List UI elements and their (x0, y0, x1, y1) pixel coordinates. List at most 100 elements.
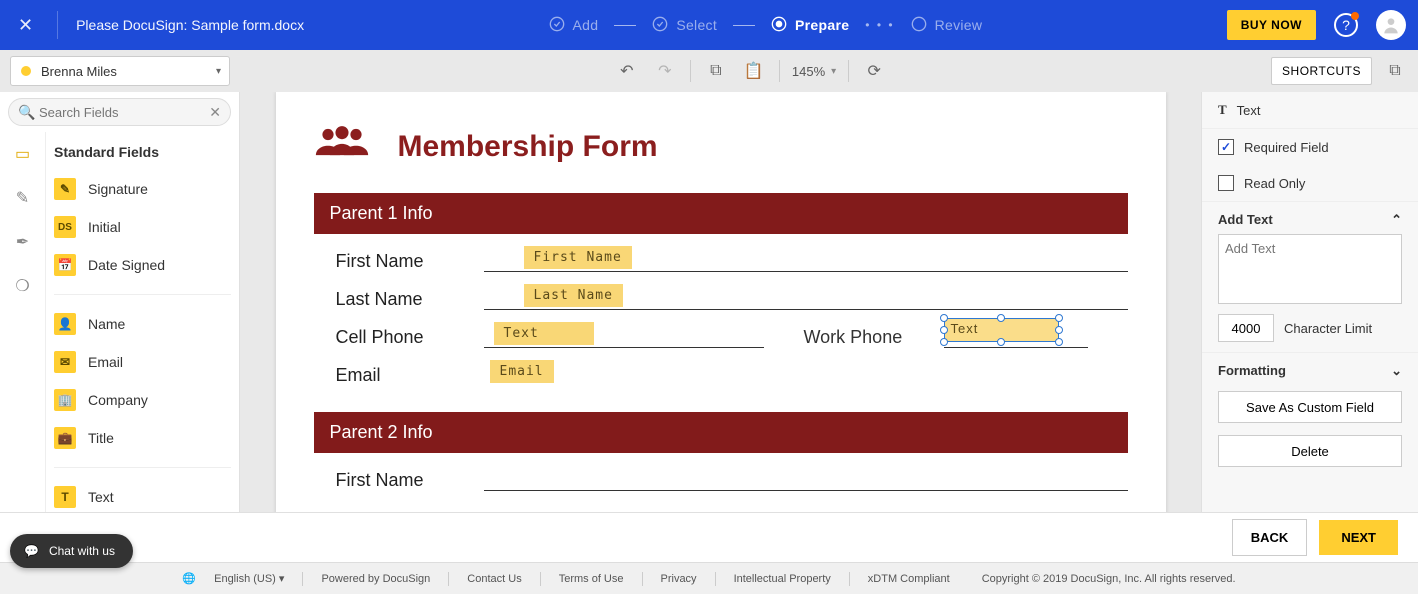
zoom-select[interactable]: 145% ▾ (792, 64, 836, 79)
footer-link-xdtm[interactable]: xDTM Compliant (868, 573, 950, 585)
resize-handle-icon[interactable] (997, 314, 1005, 322)
buy-now-button[interactable]: BUY NOW (1227, 10, 1316, 40)
footer-link-privacy[interactable]: Privacy (661, 573, 697, 585)
step-separator (733, 25, 755, 26)
field-label: Date Signed (88, 257, 165, 273)
fields-panel: 🔍 ✕ ▭ ✎ ✒ ❍ Standard Fields ✎Signature D… (0, 92, 240, 562)
paste-icon[interactable]: 📋 (741, 61, 767, 81)
checkbox-readonly[interactable] (1218, 175, 1234, 191)
resize-handle-icon[interactable] (1055, 338, 1063, 346)
resize-handle-icon[interactable] (940, 326, 948, 334)
placed-field-email[interactable]: Email (490, 360, 554, 383)
label-cell-phone: Cell Phone (314, 327, 484, 348)
next-button[interactable]: NEXT (1319, 520, 1398, 555)
field-title[interactable]: 💼Title (46, 419, 239, 457)
label-email: Email (314, 365, 484, 386)
checkbox-required[interactable] (1218, 139, 1234, 155)
resize-handle-icon[interactable] (1055, 314, 1063, 322)
divider (642, 572, 643, 586)
help-icon[interactable]: ? (1334, 13, 1358, 37)
add-text-header[interactable]: Add Text ⌃ (1202, 202, 1418, 234)
date-icon: 📅 (54, 254, 76, 276)
clear-icon[interactable]: ✕ (209, 104, 221, 121)
formatting-header[interactable]: Formatting ⌄ (1202, 352, 1418, 385)
divider (57, 11, 58, 39)
globe-icon: 🌐 (182, 572, 196, 585)
required-label: Required Field (1244, 140, 1329, 155)
char-limit-input[interactable] (1218, 314, 1274, 342)
undo-icon[interactable]: ↶ (614, 61, 640, 81)
field-initial[interactable]: DSInitial (46, 208, 239, 246)
step-select[interactable]: Select (652, 16, 717, 35)
field-company[interactable]: 🏢Company (46, 381, 239, 419)
field-email[interactable]: ✉Email (46, 343, 239, 381)
input-line: Email (484, 362, 1128, 386)
delete-button[interactable]: Delete (1218, 435, 1402, 467)
rotate-icon[interactable]: ⟳ (861, 61, 887, 81)
placed-field-text[interactable]: Text (494, 322, 594, 345)
placed-field-first-name[interactable]: First Name (524, 246, 632, 269)
main: 🔍 ✕ ▭ ✎ ✒ ❍ Standard Fields ✎Signature D… (0, 92, 1418, 562)
text-icon: T (54, 486, 76, 508)
field-date-signed[interactable]: 📅 Date Signed (46, 246, 239, 284)
document-canvas[interactable]: Membership Form Parent 1 Info First Name… (240, 92, 1201, 562)
step-prepare[interactable]: Prepare (771, 16, 849, 35)
resize-handle-icon[interactable] (940, 338, 948, 346)
readonly-row[interactable]: Read Only (1202, 165, 1418, 202)
redo-icon[interactable]: ↷ (652, 61, 678, 81)
document-page[interactable]: Membership Form Parent 1 Info First Name… (276, 92, 1166, 562)
chat-widget[interactable]: 💬 Chat with us (10, 534, 133, 568)
form-title: Membership Form (398, 130, 658, 164)
step-tracker: Add Select Prepare • • • Review (322, 16, 1209, 35)
field-name[interactable]: 👤Name (46, 305, 239, 343)
search-input[interactable] (8, 98, 231, 126)
envelope-icon: ✉ (54, 351, 76, 373)
close-icon[interactable]: ✕ (12, 15, 39, 36)
seal-tab-icon[interactable]: ❍ (15, 276, 29, 296)
pen-tab-icon[interactable]: ✒ (16, 232, 29, 252)
person-icon: 👤 (54, 313, 76, 335)
avatar[interactable] (1376, 10, 1406, 40)
recipient-select[interactable]: Brenna Miles ▾ (10, 56, 230, 86)
input-line: Last Name (484, 286, 1128, 310)
copy-icon[interactable]: ⧉ (703, 62, 729, 80)
placed-field-last-name[interactable]: Last Name (524, 284, 623, 307)
required-row[interactable]: Required Field (1202, 129, 1418, 165)
divider (54, 467, 231, 468)
chat-label: Chat with us (49, 544, 115, 558)
footer-link-terms[interactable]: Terms of Use (559, 573, 624, 585)
input-line: Text (484, 324, 764, 348)
divider (779, 60, 780, 82)
footer-link-contact[interactable]: Contact Us (467, 573, 521, 585)
recipient-color-icon (21, 66, 31, 76)
field-signature[interactable]: ✎Signature (46, 170, 239, 208)
resize-handle-icon[interactable] (997, 338, 1005, 346)
back-button[interactable]: BACK (1232, 519, 1308, 556)
step-label: Prepare (795, 17, 849, 33)
powered-by: Powered by DocuSign (321, 573, 430, 585)
standard-fields-tab-icon[interactable]: ▭ (15, 144, 30, 164)
readonly-label: Read Only (1244, 176, 1305, 191)
input-line (484, 467, 1128, 491)
step-add[interactable]: Add (549, 16, 599, 35)
footer-link-ip[interactable]: Intellectual Property (734, 573, 831, 585)
step-label: Review (935, 17, 983, 33)
add-text-input[interactable] (1218, 234, 1402, 304)
field-list: Standard Fields ✎Signature DSInitial 📅Da… (46, 132, 239, 562)
field-label: Title (88, 430, 114, 446)
selected-field-text[interactable]: Text (944, 318, 1059, 342)
field-label: Initial (88, 219, 121, 235)
header-label: Formatting (1218, 363, 1286, 379)
language-select[interactable]: English (US) ▾ (214, 572, 284, 585)
resize-handle-icon[interactable] (1055, 326, 1063, 334)
divider (448, 572, 449, 586)
shortcuts-button[interactable]: SHORTCUTS (1271, 57, 1372, 85)
radio-active-icon (771, 16, 787, 35)
save-custom-field-button[interactable]: Save As Custom Field (1218, 391, 1402, 423)
custom-fields-tab-icon[interactable]: ✎ (16, 188, 29, 208)
caret-down-icon: ▾ (216, 66, 221, 77)
resize-handle-icon[interactable] (940, 314, 948, 322)
step-review[interactable]: Review (911, 16, 983, 35)
field-text[interactable]: TText (46, 478, 239, 516)
copy-settings-icon[interactable]: ⧉ (1382, 62, 1408, 80)
